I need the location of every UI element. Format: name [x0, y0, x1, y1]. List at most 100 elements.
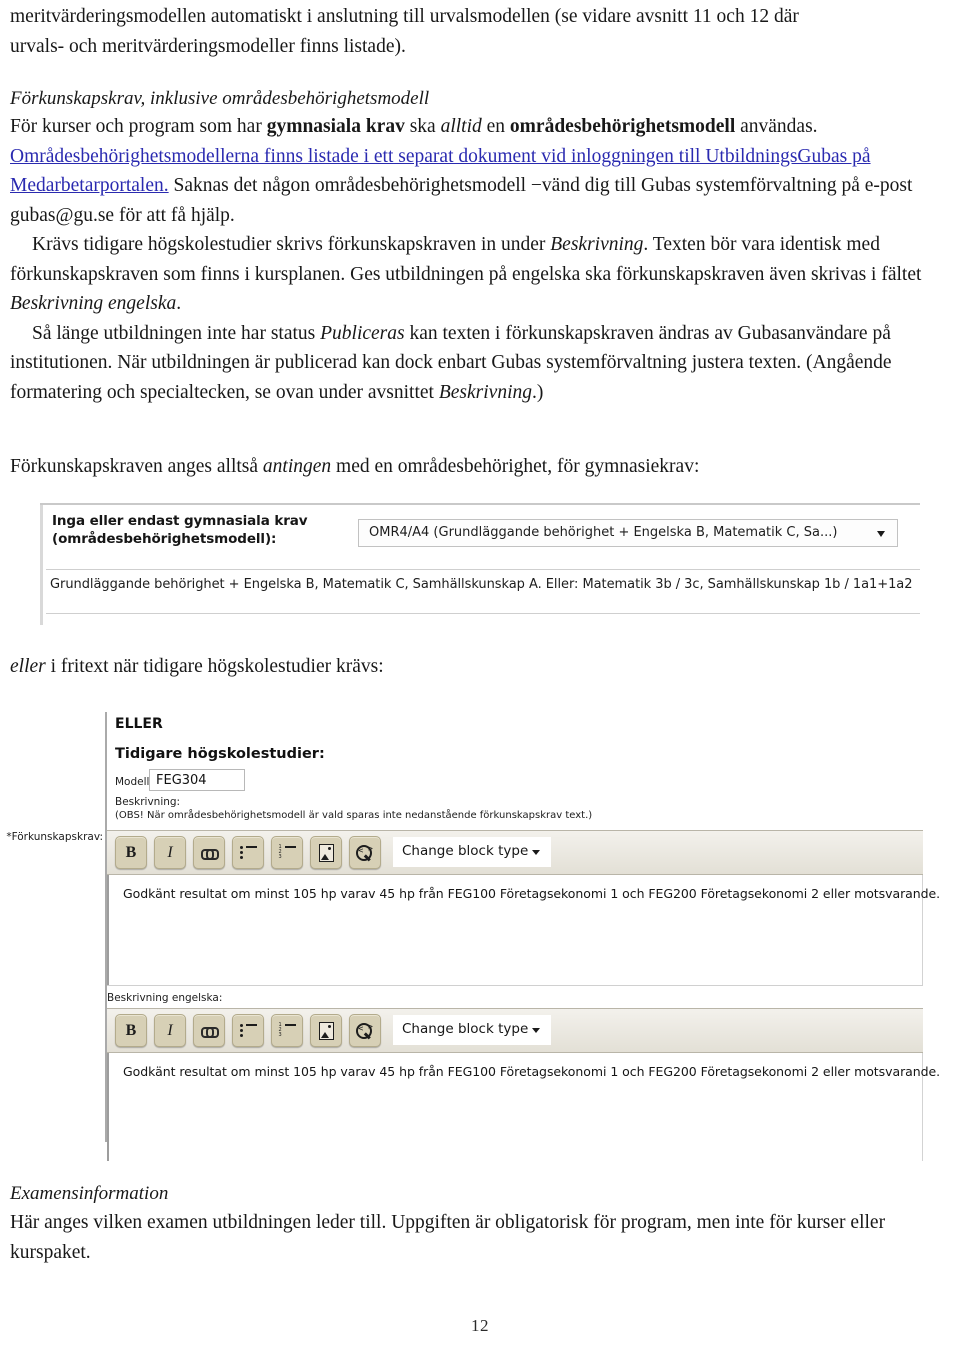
- panel-left-rail: [40, 503, 43, 625]
- body-text: en: [481, 116, 510, 137]
- view-source-button[interactable]: < >: [349, 1014, 381, 1047]
- beskrivning-editor-area[interactable]: Godkänt resultat om minst 105 hp varav 4…: [107, 875, 940, 985]
- bold-icon: B: [125, 1021, 137, 1039]
- numbered-list-button[interactable]: 123: [271, 1014, 303, 1047]
- modell-input[interactable]: FEG304: [149, 769, 245, 791]
- insert-image-button[interactable]: [310, 836, 342, 869]
- view-source-icon: < >: [350, 1015, 380, 1046]
- modell-label: Modell:: [115, 776, 153, 788]
- bold-icon: B: [125, 843, 137, 861]
- bold-button[interactable]: B: [115, 836, 147, 869]
- body-paragraph-1: För kurser och program som har gymnasial…: [10, 112, 954, 230]
- obs-note: (OBS! När områdesbehörighetsmodell är va…: [115, 810, 593, 821]
- body-italic-publiceras: Publiceras: [320, 322, 405, 344]
- chevron-down-icon: [532, 1028, 540, 1033]
- numbered-list-button[interactable]: 123: [271, 836, 303, 869]
- block-type-label: Change block type: [402, 1021, 529, 1037]
- panel-middle-divider: [46, 569, 920, 570]
- section-heading: Förkunskapskrav, inklusive områdesbehöri…: [10, 88, 430, 109]
- caption-fritext: eller i fritext när tidigare högskolestu…: [10, 652, 954, 682]
- field-label: Inga eller endast gymnasiala krav (områd…: [52, 513, 372, 548]
- bullet-list-icon: [233, 837, 263, 868]
- caption-text: i fritext när tidigare högskolestudier k…: [45, 656, 384, 677]
- italic-icon: I: [167, 1021, 173, 1039]
- image-icon: [311, 837, 341, 868]
- link-icon: [194, 837, 224, 868]
- italic-button[interactable]: I: [154, 1014, 186, 1047]
- body-italic-beskrivning-ref: Beskrivning: [438, 381, 532, 403]
- link-icon: [194, 1015, 224, 1046]
- editor-toolbar-english: B I 123 < > Change block type: [107, 1008, 923, 1053]
- caption-line: Förkunskapskraven anges alltså antingen …: [10, 452, 954, 482]
- body-paragraph-3: Så länge utbildningen inte har status Pu…: [10, 319, 954, 408]
- body-text: För kurser och program som har: [10, 116, 267, 137]
- examensinformation-body: Här anges vilken examen utbildningen led…: [10, 1212, 886, 1263]
- body-text: .): [531, 381, 544, 403]
- chevron-down-icon: [532, 850, 540, 855]
- bullet-list-icon: [233, 1015, 263, 1046]
- body-italic-beskrivning-engelska: Beskrivning engelska: [10, 293, 177, 314]
- chevron-down-icon: [877, 531, 885, 537]
- document-page: meritvärderingsmodellen automatiskt i an…: [0, 0, 960, 1361]
- change-block-type-select[interactable]: Change block type: [393, 1015, 551, 1045]
- body-italic-alltid: alltid: [440, 116, 482, 137]
- link-button[interactable]: [193, 836, 225, 869]
- bullet-list-button[interactable]: [232, 1014, 264, 1047]
- numbered-list-icon: 123: [272, 837, 302, 868]
- change-block-type-select[interactable]: Change block type: [393, 837, 551, 867]
- numbered-list-icon: 123: [272, 1015, 302, 1046]
- link-button[interactable]: [193, 1014, 225, 1047]
- body-text: .: [176, 293, 182, 314]
- italic-button[interactable]: I: [154, 836, 186, 869]
- caption-italic-eller: eller: [10, 656, 46, 677]
- body-italic-beskrivning: Beskrivning: [550, 234, 644, 255]
- block-type-label: Change block type: [402, 843, 529, 859]
- editor-toolbar-swedish: B I 123 < > Change block type: [107, 830, 923, 875]
- body-bold-omradesbehorighetsmodell: områdesbehörighetsmodell: [509, 116, 736, 137]
- body-text: Så länge utbildningen inte har status: [32, 322, 321, 344]
- image-icon: [311, 1015, 341, 1046]
- forkunskapskrav-field-label: *Förkunskapskrav:: [6, 831, 103, 843]
- beskrivning-content: Godkänt resultat om minst 105 hp varav 4…: [123, 886, 941, 901]
- body-bold-gymnasiala: gymnasiala krav: [266, 116, 405, 137]
- editor-section-divider: [107, 985, 923, 986]
- paragraph-line: meritvärderingsmodellen automatiskt i an…: [10, 6, 799, 27]
- eller-heading: ELLER: [115, 716, 163, 732]
- insert-image-button[interactable]: [310, 1014, 342, 1047]
- bold-button[interactable]: B: [115, 1014, 147, 1047]
- caption-text: Förkunskapskraven anges alltså: [10, 456, 263, 477]
- field-label-line1: Inga eller endast gymnasiala krav: [52, 513, 308, 529]
- omradesbehorighet-description: Grundläggande behörighet + Engelska B, M…: [50, 577, 913, 592]
- beskrivning-engelska-editor-area[interactable]: Godkänt resultat om minst 105 hp varav 4…: [107, 1053, 940, 1161]
- paragraph-line: urvals- och meritvärderingsmodeller finn…: [10, 35, 406, 57]
- tidigare-hogskolestudier-heading: Tidigare högskolestudier:: [115, 746, 325, 762]
- modell-input-value: FEG304: [156, 773, 207, 788]
- body-text: ska: [404, 116, 441, 137]
- beskrivning-engelska-content: Godkänt resultat om minst 105 hp varav 4…: [123, 1064, 941, 1079]
- body-text: användas.: [735, 116, 818, 137]
- field-row: Inga eller endast gymnasiala krav (områd…: [46, 511, 920, 565]
- paragraph-continuation: meritvärderingsmodellen automatiskt i an…: [10, 2, 954, 61]
- view-source-button[interactable]: < >: [349, 836, 381, 869]
- omradesbehorighetsmodell-select[interactable]: OMR4/A4 (Grundläggande behörighet + Enge…: [358, 519, 898, 547]
- examensinformation-heading: Examensinformation: [10, 1183, 169, 1204]
- screenshot-forkunskapskrav-editor: *Förkunskapskrav: ELLER Tidigare högskol…: [6, 712, 940, 1161]
- body-paragraph-2: Krävs tidigare högskolestudier skrivs fö…: [10, 230, 954, 319]
- panel-bottom-divider: [46, 613, 920, 614]
- section-body: För kurser och program som har gymnasial…: [10, 112, 954, 407]
- italic-icon: I: [167, 843, 173, 861]
- panel-top-divider: [40, 503, 920, 505]
- caption-italic-antingen: antingen: [262, 456, 332, 477]
- beskrivning-label: Beskrivning:: [115, 796, 181, 808]
- body-text: Krävs tidigare högskolestudier skrivs fö…: [32, 234, 551, 255]
- bullet-list-button[interactable]: [232, 836, 264, 869]
- screenshot-omradesbehorighet-panel: Inga eller endast gymnasiala krav (områd…: [40, 503, 920, 625]
- select-value: OMR4/A4 (Grundläggande behörighet + Enge…: [369, 525, 838, 540]
- caption-gymnasiekrav: Förkunskapskraven anges alltså antingen …: [10, 452, 954, 482]
- field-label-line2: (områdesbehörighetsmodell):: [52, 530, 277, 547]
- beskrivning-engelska-label: Beskrivning engelska:: [107, 992, 223, 1004]
- page-number: 12: [471, 1316, 489, 1335]
- view-source-icon: < >: [350, 837, 380, 868]
- caption-text: med en områdesbehörighet, för gymnasiekr…: [331, 456, 700, 477]
- caption-line: eller i fritext när tidigare högskolestu…: [10, 652, 954, 682]
